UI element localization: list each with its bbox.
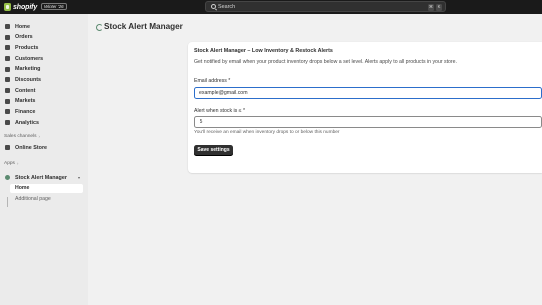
- marketing-icon: [5, 66, 10, 72]
- sidebar-item-label: Customers: [15, 55, 44, 62]
- search-placeholder: Search: [218, 4, 236, 11]
- sidebar-item-markets[interactable]: Markets: [2, 97, 83, 106]
- shopify-bag-icon: [4, 3, 11, 11]
- sidebar-item-discounts[interactable]: Discounts: [2, 75, 83, 84]
- sidebar-item-label: Orders: [15, 34, 33, 40]
- threshold-hint: You'll receive an email when inventory d…: [194, 129, 340, 135]
- sidebar-item-online-store[interactable]: Online Store: [2, 143, 83, 152]
- settings-card: Stock Alert Manager – Low Inventory & Re…: [188, 42, 542, 173]
- sidebar-subitem-home[interactable]: Home: [10, 183, 83, 193]
- threshold-label: Alert when stock is ≤ *: [194, 107, 245, 114]
- sidebar-item-stock-alert-manager[interactable]: Stock Alert Manager ▾: [2, 173, 83, 182]
- discounts-icon: [5, 77, 10, 82]
- sidebar-item-products[interactable]: Products: [2, 43, 83, 52]
- email-field[interactable]: [194, 87, 542, 99]
- card-title: Stock Alert Manager – Low Inventory & Re…: [194, 47, 333, 54]
- sidebar-subitem-additional-page[interactable]: Additional page: [10, 194, 83, 203]
- app-logo-icon: [96, 23, 103, 31]
- sidebar: Home Orders Products Customers Marketing…: [0, 14, 88, 305]
- apps-header[interactable]: Apps ›: [4, 161, 18, 166]
- sidebar-item-finance[interactable]: Finance: [2, 107, 83, 116]
- brand-name: shopify: [13, 3, 38, 11]
- pin-icon[interactable]: ▾: [78, 175, 80, 180]
- stock-threshold-field[interactable]: [194, 116, 542, 128]
- products-icon: [5, 45, 10, 50]
- chevron-right-icon: ›: [38, 134, 40, 139]
- sidebar-item-content[interactable]: Content: [2, 86, 83, 95]
- app-icon: [5, 175, 10, 180]
- sidebar-item-label: Content: [15, 87, 36, 94]
- sidebar-item-home[interactable]: Home: [2, 22, 83, 31]
- sidebar-item-label: Markets: [15, 98, 36, 104]
- card-description: Get notified by email when your product …: [194, 58, 457, 65]
- finance-icon: [5, 109, 10, 114]
- page-title: Stock Alert Manager: [104, 22, 183, 31]
- store-icon: [5, 145, 10, 150]
- app-subnav-line: [7, 197, 8, 207]
- sidebar-item-label: Marketing: [15, 66, 41, 72]
- edition-badge[interactable]: Winter '26: [41, 3, 67, 10]
- top-bar: shopify Winter '26 Search ⌘ K: [0, 0, 542, 14]
- sidebar-item-label: Products: [15, 44, 39, 51]
- home-icon: [5, 24, 10, 29]
- shopify-logo[interactable]: shopify: [4, 3, 37, 12]
- sidebar-item-label: Home: [15, 23, 30, 30]
- sidebar-item-analytics[interactable]: Analytics: [2, 118, 83, 127]
- customers-icon: [5, 56, 10, 61]
- chevron-right-icon: ›: [16, 161, 19, 166]
- sidebar-item-label: Stock Alert Manager: [15, 174, 67, 181]
- sidebar-item-label: Discounts: [15, 76, 42, 83]
- email-label: Email address *: [194, 78, 231, 84]
- sidebar-item-label: Finance: [15, 108, 36, 115]
- sidebar-item-orders[interactable]: Orders: [2, 33, 83, 42]
- orders-icon: [5, 34, 10, 40]
- markets-icon: [5, 98, 10, 104]
- command-key-hint: ⌘: [428, 4, 434, 11]
- page-header: Stock Alert Manager: [96, 22, 183, 31]
- save-settings-button[interactable]: Save settings: [194, 145, 233, 156]
- sales-channels-label: Sales channels: [4, 134, 37, 139]
- sidebar-subitem-label: Home: [15, 185, 30, 191]
- sidebar-subitem-label: Additional page: [15, 195, 51, 202]
- sidebar-item-label: Analytics: [15, 119, 39, 126]
- analytics-icon: [5, 120, 10, 125]
- apps-label: Apps: [4, 161, 15, 166]
- search-icon: [211, 4, 216, 10]
- sales-channels-header[interactable]: Sales channels ›: [4, 134, 40, 139]
- sidebar-item-customers[interactable]: Customers: [2, 54, 83, 63]
- sidebar-item-marketing[interactable]: Marketing: [2, 65, 83, 74]
- content-icon: [5, 88, 10, 93]
- k-key-hint: K: [436, 4, 442, 11]
- search-bar[interactable]: Search ⌘ K: [205, 1, 446, 12]
- sidebar-item-label: Online Store: [15, 144, 48, 151]
